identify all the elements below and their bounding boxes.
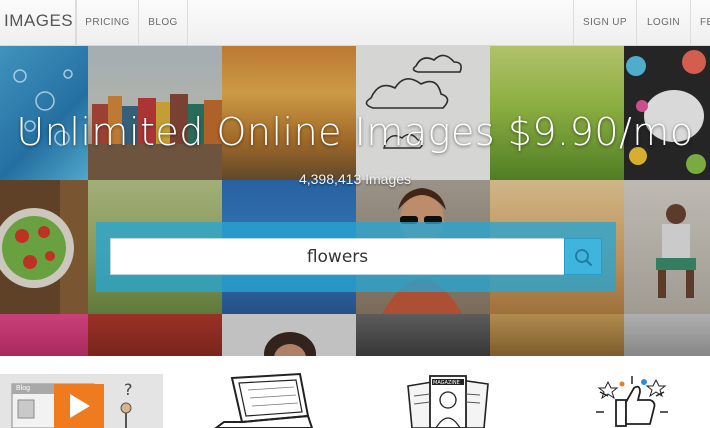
- laptop-icon: [212, 372, 316, 428]
- nav-pricing[interactable]: PRICING: [76, 0, 138, 46]
- search-input[interactable]: [110, 238, 565, 275]
- nav-blog[interactable]: BLOG: [138, 0, 188, 46]
- features-row: ? Blog MAGAZINE: [0, 356, 710, 428]
- brand-logo[interactable]: IMAGES: [0, 0, 76, 46]
- search-icon: [575, 249, 592, 266]
- svg-text:MAGAZINE: MAGAZINE: [433, 380, 460, 386]
- magazine-icon: MAGAZINE: [402, 374, 494, 428]
- nav-sign-up[interactable]: SIGN UP: [573, 0, 636, 46]
- svg-text:?: ?: [124, 380, 133, 399]
- nav-login[interactable]: LOGIN: [636, 0, 690, 46]
- search-button[interactable]: [564, 238, 602, 275]
- hero-overlay: [0, 46, 710, 356]
- blog-tile-label: Blog: [16, 385, 31, 392]
- nav-features[interactable]: FE: [690, 0, 710, 46]
- thumbs-up-icon: [586, 372, 678, 428]
- blog-video-icon: ? Blog: [0, 374, 163, 428]
- top-navbar: IMAGES PRICING BLOG SIGN UP LOGIN FE: [0, 0, 710, 46]
- hero-mosaic: [0, 46, 710, 356]
- image-count: 4,398,413 Images: [298, 171, 412, 187]
- hero-headline: Unlimited Online Images $9.90/mo: [16, 110, 694, 154]
